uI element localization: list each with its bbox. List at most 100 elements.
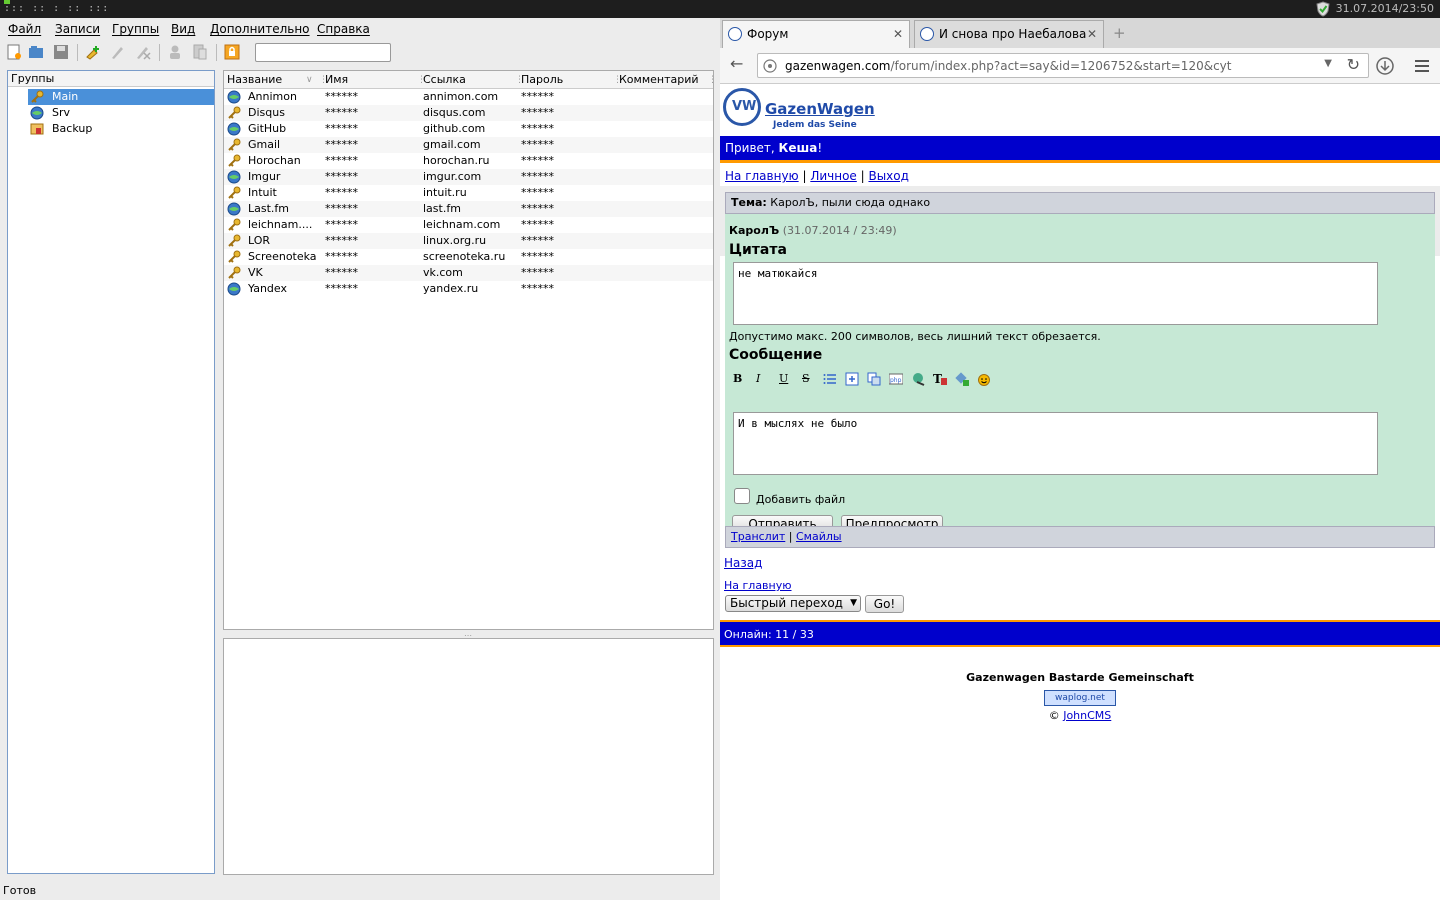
table-row[interactable]: Intuit ****** intuit.ru ****** [224, 185, 713, 201]
smiley-icon[interactable] [977, 372, 991, 386]
copy-password-icon[interactable] [191, 43, 209, 61]
shield-icon[interactable] [1316, 1, 1330, 17]
table-row[interactable]: Annimon ****** annimon.com ****** [224, 89, 713, 105]
column-username[interactable]: Имя [325, 73, 348, 86]
entry-title: Intuit [248, 186, 277, 199]
limit-note: Допустимо макс. 200 символов, весь лишни… [729, 330, 1101, 343]
workspace-switcher[interactable]: ::: :: : :: ::: [4, 3, 109, 14]
entry-url: last.fm [423, 202, 461, 215]
strikethrough-icon[interactable]: S [802, 372, 816, 386]
menu-icon[interactable] [1413, 57, 1431, 75]
close-tab-icon[interactable]: ✕ [1087, 21, 1097, 47]
spoiler-icon[interactable] [845, 372, 859, 386]
key-icon [228, 106, 241, 119]
personal-link[interactable]: Личное [810, 169, 856, 183]
svg-text:php: php [890, 377, 902, 384]
background-color-icon[interactable] [955, 372, 969, 386]
table-row[interactable]: LOR ****** linux.org.ru ****** [224, 233, 713, 249]
delete-entry-icon[interactable] [134, 43, 152, 61]
globe-icon [227, 202, 241, 216]
home-link[interactable]: На главную [725, 169, 799, 183]
menu-bar: Файл Записи Группы Вид Дополнительно Спр… [0, 18, 720, 40]
smiles-link[interactable]: Смайлы [796, 530, 842, 543]
tab-article[interactable]: И снова про Наебалова ✕ [914, 20, 1104, 48]
reload-icon[interactable]: ↻ [1347, 55, 1360, 74]
group-srv[interactable]: Srv [28, 105, 214, 121]
downloads-icon[interactable] [1375, 56, 1395, 76]
text-color-icon[interactable]: T [933, 372, 947, 386]
group-main[interactable]: Main [28, 89, 214, 105]
bold-icon[interactable]: B [733, 372, 747, 386]
underline-icon[interactable]: U [779, 372, 793, 386]
globe-icon [227, 122, 241, 136]
table-row[interactable]: Last.fm ****** last.fm ****** [224, 201, 713, 217]
toolbar-separator [216, 44, 217, 61]
copy-username-icon[interactable] [166, 43, 184, 61]
copyright: © JohnCMS [720, 709, 1440, 722]
entry-username: ****** [325, 202, 358, 215]
johncms-link[interactable]: JohnCMS [1063, 709, 1111, 722]
post-author: КаролЪ [729, 224, 780, 237]
key-icon [228, 154, 241, 167]
column-url[interactable]: Ссылка [423, 73, 466, 86]
attach-file-checkbox[interactable] [734, 488, 750, 504]
menu-help[interactable]: Справка [317, 22, 370, 36]
table-row[interactable]: Disqus ****** disqus.com ****** [224, 105, 713, 121]
home-link-bottom[interactable]: На главную [724, 579, 792, 592]
quote-textarea[interactable]: не матюкайся [733, 262, 1378, 325]
address-bar[interactable]: gazenwagen.com/forum/index.php?act=say&i… [757, 53, 1369, 78]
go-button[interactable]: Go! [865, 595, 904, 613]
add-entry-icon[interactable] [84, 43, 102, 61]
link-icon[interactable] [911, 372, 925, 386]
entry-title: LOR [248, 234, 271, 247]
column-password[interactable]: Пароль [521, 73, 563, 86]
counter-badge[interactable]: waplog.net [1044, 690, 1116, 706]
menu-file[interactable]: Файл [8, 22, 41, 36]
menu-extras[interactable]: Дополнительно [210, 22, 310, 36]
menu-entries[interactable]: Записи [55, 22, 100, 36]
entry-url: leichnam.com [423, 218, 501, 231]
table-row[interactable]: leichnam.... ****** leichnam.com ****** [224, 217, 713, 233]
logout-link[interactable]: Выход [868, 169, 908, 183]
post-meta: КаролЪ (31.07.2014 / 23:49) [729, 224, 897, 237]
italic-icon[interactable]: I [756, 372, 770, 386]
table-row[interactable]: Imgur ****** imgur.com ****** [224, 169, 713, 185]
message-textarea[interactable]: И в мыслях не было [733, 412, 1378, 475]
site-logo[interactable]: GazenWagen Jedem das Seine [723, 88, 883, 130]
menu-view[interactable]: Вид [171, 22, 195, 36]
new-database-icon[interactable] [5, 43, 23, 61]
back-arrow-icon[interactable]: ← [730, 54, 743, 73]
lock-workspace-icon[interactable] [223, 43, 241, 61]
open-database-icon[interactable] [27, 43, 45, 61]
entry-username: ****** [325, 90, 358, 103]
quick-search-input[interactable] [255, 43, 391, 62]
php-code-icon[interactable]: php [889, 372, 903, 386]
close-tab-icon[interactable]: ✕ [893, 21, 903, 47]
chevron-down-icon: ▼ [850, 598, 857, 608]
group-backup[interactable]: Backup [28, 121, 214, 137]
table-row[interactable]: GitHub ****** github.com ****** [224, 121, 713, 137]
dropdown-arrow-icon[interactable]: ▼ [1324, 58, 1332, 69]
back-link[interactable]: Назад [724, 556, 762, 570]
entry-password: ****** [521, 106, 554, 119]
edit-entry-icon[interactable] [109, 43, 127, 61]
column-comment[interactable]: Комментарий [619, 73, 699, 86]
column-resize-handle[interactable]: ⋮ [708, 75, 713, 85]
entry-title: Horochan [248, 154, 301, 167]
translit-link[interactable]: Транслит [731, 530, 785, 543]
column-title[interactable]: Название [227, 73, 282, 86]
entry-url: screenoteka.ru [423, 250, 506, 263]
site-info-icon[interactable] [763, 59, 777, 73]
save-icon[interactable] [52, 43, 70, 61]
tab-forum[interactable]: Форум ✕ [722, 20, 910, 48]
table-row[interactable]: Horochan ****** horochan.ru ****** [224, 153, 713, 169]
quick-jump-select[interactable]: Быстрый переход ▼ [725, 595, 861, 612]
new-tab-icon[interactable]: + [1113, 26, 1127, 41]
list-icon[interactable] [823, 372, 837, 386]
menu-groups[interactable]: Группы [112, 22, 159, 36]
table-row[interactable]: Gmail ****** gmail.com ****** [224, 137, 713, 153]
copy-icon[interactable] [867, 372, 881, 386]
table-row[interactable]: VK ****** vk.com ****** [224, 265, 713, 281]
table-row[interactable]: Yandex ****** yandex.ru ****** [224, 281, 713, 297]
table-row[interactable]: Screenoteka ****** screenoteka.ru ****** [224, 249, 713, 265]
